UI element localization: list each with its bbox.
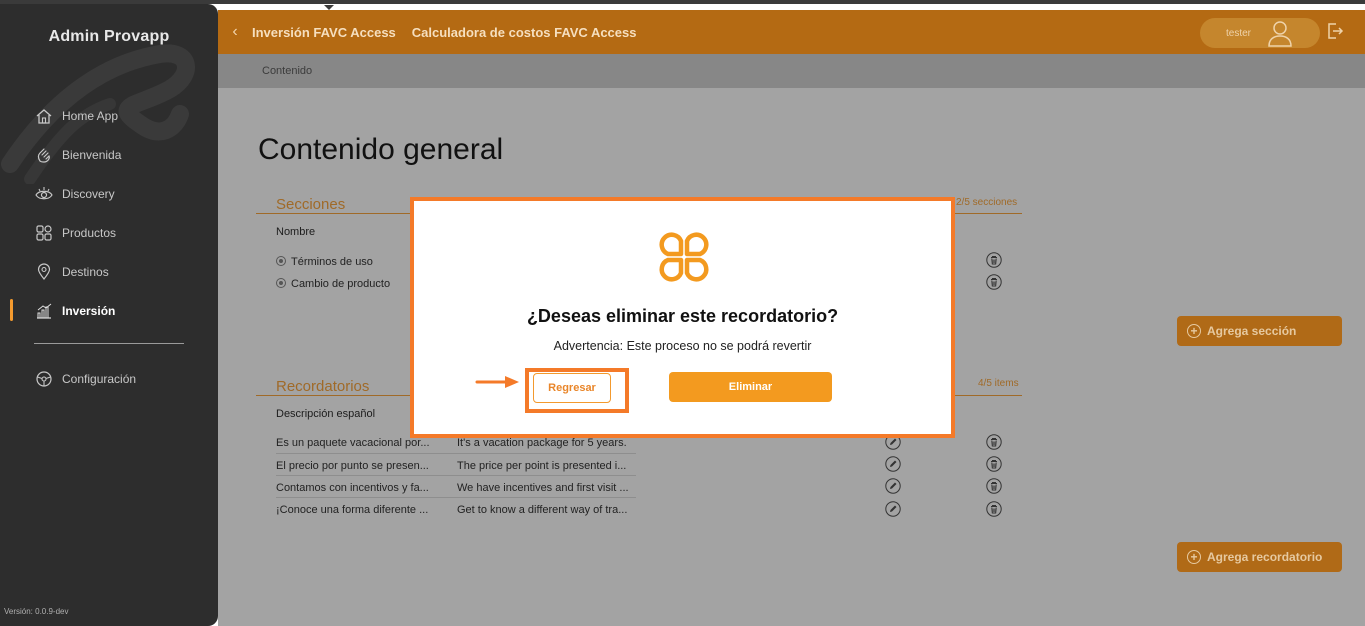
sidebar-item-label: Productos: [62, 226, 117, 240]
row-bullet: [277, 279, 285, 287]
clover-logo-icon: [654, 227, 714, 292]
top-header: ‹ Inversión FAVC Access Calculadora de c…: [218, 5, 1365, 54]
section-title-recordatorios: Recordatorios: [276, 378, 370, 395]
sidebar-item-productos[interactable]: Productos: [0, 221, 218, 245]
location-pin-icon: [34, 262, 54, 282]
sub-breadcrumb-bar: Contenido: [218, 54, 1365, 88]
home-icon: [34, 106, 54, 126]
eye-icon: [34, 184, 54, 204]
sidebar-item-label: Home App: [62, 109, 119, 123]
column-header-descripcion: Descripción español: [276, 408, 376, 420]
sidebar-item-label: Destinos: [62, 265, 109, 279]
sidebar-item-home-app[interactable]: Home App: [0, 104, 218, 128]
sidebar-item-label: Discovery: [62, 187, 115, 201]
sidebar: Admin Provapp Home App Bienvenida Discov…: [0, 4, 218, 626]
active-indicator: [10, 299, 13, 321]
secciones-count: 2/5 secciones: [956, 197, 1018, 208]
user-avatar-icon: [1266, 19, 1294, 52]
username: tester: [1226, 27, 1252, 39]
recordatorio-en: The price per point is presented i...: [457, 460, 627, 472]
sidebar-item-label: Inversión: [62, 304, 116, 318]
seccion-name: Términos de uso: [291, 256, 373, 268]
row-divider: [276, 453, 636, 454]
plus-circle-icon: +: [1187, 550, 1201, 564]
sidebar-item-label: Bienvenida: [62, 148, 122, 162]
recordatorio-es: Contamos con incentivos y fa...: [276, 482, 429, 494]
trash-icon[interactable]: [986, 252, 1002, 268]
back-button[interactable]: Regresar: [533, 373, 611, 403]
row-divider: [276, 497, 636, 498]
modal-warning: Advertencia: Este proceso no se podrá re…: [553, 339, 812, 353]
waving-hand-icon: [34, 145, 54, 165]
recordatorio-es: El precio por punto se presen...: [276, 460, 429, 472]
add-reminder-button[interactable]: + Agrega recordatorio: [1177, 542, 1342, 572]
recordatorio-en: Get to know a different way of tra...: [457, 504, 628, 516]
add-reminder-label: Agrega recordatorio: [1207, 550, 1323, 564]
page-title: Contenido general: [258, 133, 504, 166]
sidebar-item-inversion[interactable]: Inversión: [0, 299, 218, 323]
recordatorio-en: We have incentives and first visit ...: [457, 482, 629, 494]
steering-wheel-icon: [34, 369, 54, 389]
row-bullet: [277, 257, 285, 265]
user-menu[interactable]: tester: [1200, 18, 1320, 48]
delete-button[interactable]: Eliminar: [669, 372, 832, 402]
sidebar-item-label: Configuración: [62, 372, 137, 386]
trash-icon[interactable]: [986, 478, 1002, 494]
sidebar-item-discovery[interactable]: Discovery: [0, 182, 218, 206]
bar-chart-icon: [34, 301, 54, 321]
sidebar-item-configuracion[interactable]: Configuración: [0, 367, 218, 391]
grid-icon: [34, 223, 54, 243]
breadcrumb-calculadora[interactable]: Calculadora de costos FAVC Access: [412, 25, 637, 40]
logout-icon[interactable]: [1326, 22, 1344, 45]
recordatorio-es: ¡Conoce una forma diferente ...: [276, 504, 429, 516]
delete-confirm-modal: ¿Deseas eliminar este recordatorio? Adve…: [410, 197, 955, 438]
add-section-button[interactable]: + Agrega sección: [1177, 316, 1342, 346]
trash-icon[interactable]: [986, 434, 1002, 450]
pointer-arrow-icon: [475, 375, 521, 394]
modal-title: ¿Deseas eliminar este recordatorio?: [526, 306, 839, 326]
edit-pencil-icon[interactable]: [885, 456, 901, 472]
trash-icon[interactable]: [986, 456, 1002, 472]
recordatorio-en: It's a vacation package for 5 years.: [457, 437, 627, 449]
plus-circle-icon: +: [1187, 324, 1201, 338]
sub-breadcrumb-label: Contenido: [262, 65, 313, 77]
recordatorio-es: Es un paquete vacacional por...: [276, 437, 430, 449]
edit-pencil-icon[interactable]: [885, 501, 901, 517]
trash-icon[interactable]: [986, 501, 1002, 517]
app-brand: Admin Provapp: [48, 28, 170, 45]
column-header-nombre: Nombre: [276, 226, 316, 238]
sidebar-item-destinos[interactable]: Destinos: [0, 260, 218, 284]
sidebar-item-bienvenida[interactable]: Bienvenida: [0, 143, 218, 167]
recordatorios-count: 4/5 items: [978, 378, 1019, 389]
header-notch: [324, 5, 334, 10]
add-section-label: Agrega sección: [1207, 324, 1297, 338]
seccion-name: Cambio de producto: [291, 278, 391, 290]
trash-icon[interactable]: [986, 274, 1002, 290]
back-chevron-icon[interactable]: ‹: [218, 23, 252, 41]
row-divider: [276, 475, 636, 476]
sidebar-divider: [34, 343, 184, 344]
edit-pencil-icon[interactable]: [885, 478, 901, 494]
section-title-secciones: Secciones: [276, 196, 346, 213]
version-label: Versión: 0.0.9-dev: [4, 607, 69, 616]
breadcrumb-inversion[interactable]: Inversión FAVC Access: [252, 25, 396, 40]
